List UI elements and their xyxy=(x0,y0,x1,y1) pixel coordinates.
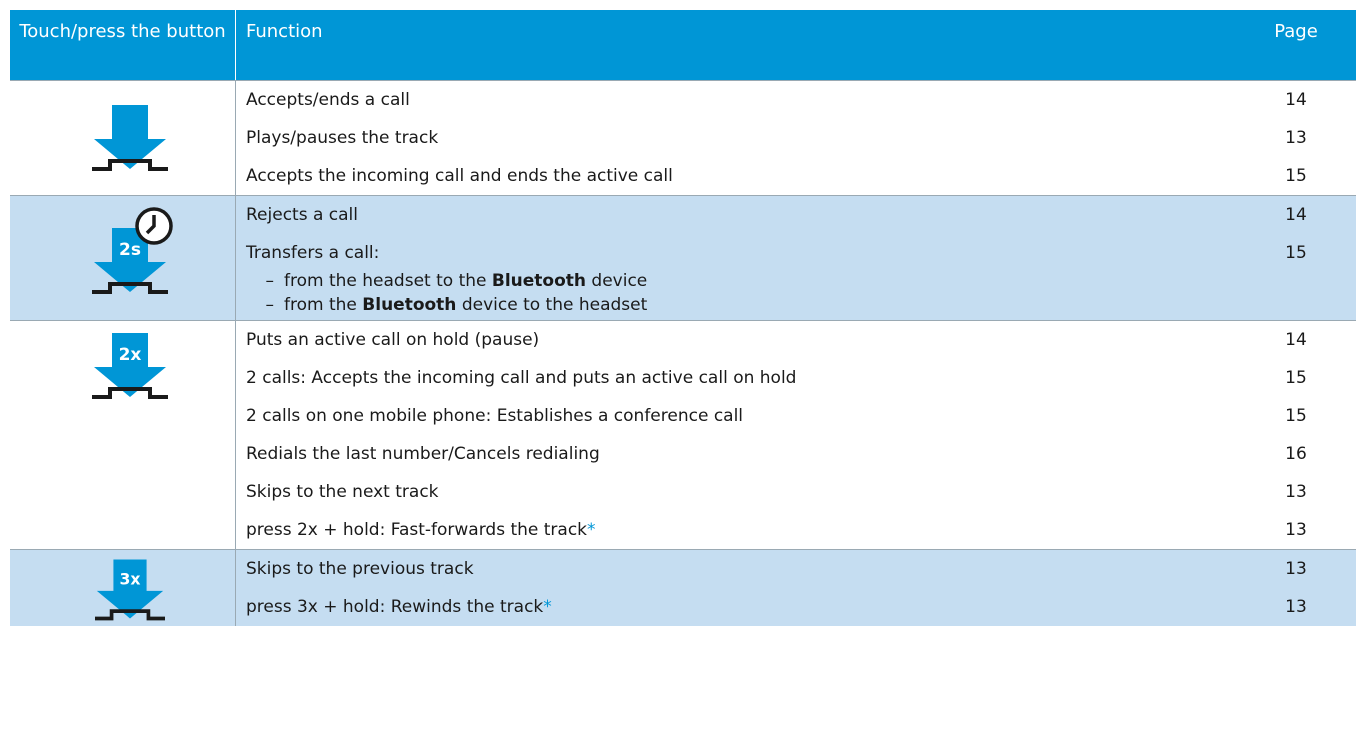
function-text: Skips to the next track xyxy=(246,482,439,502)
group-press-hold-2s: 2s Rejects a call 14 Transfers a call: 1… xyxy=(10,195,1356,320)
table-row: 2 calls: Accepts the incoming call and p… xyxy=(236,359,1356,397)
function-text: press 3x + hold: Rewinds the track* xyxy=(246,597,552,617)
footnote-star: * xyxy=(587,520,596,540)
badge-label: 2x xyxy=(119,345,142,365)
page-number: 13 xyxy=(1285,559,1307,579)
function-text: 2 calls: Accepts the incoming call and p… xyxy=(246,368,797,388)
button-function-table: Touch/press the button Function Page Acc… xyxy=(10,10,1356,626)
table-row: 2 calls on one mobile phone: Establishes… xyxy=(236,397,1356,435)
header-touch-press: Touch/press the button xyxy=(10,10,236,80)
press-button-icon xyxy=(10,81,236,195)
page-number: 13 xyxy=(1285,482,1307,502)
function-text: Accepts/ends a call xyxy=(246,90,410,110)
function-text: press 2x + hold: Fast-forwards the track… xyxy=(246,520,596,540)
dash: – xyxy=(265,295,275,315)
page-number: 13 xyxy=(1285,520,1307,540)
page-number: 15 xyxy=(1285,368,1307,388)
header-function: Function xyxy=(246,21,323,42)
page-number: 16 xyxy=(1285,444,1307,464)
table-row: Accepts/ends a call 14 xyxy=(236,81,1356,119)
table-header: Touch/press the button Function Page xyxy=(10,10,1356,80)
function-text: Redials the last number/Cancels redialin… xyxy=(246,444,600,464)
footnote-star: * xyxy=(543,597,552,617)
clock-icon xyxy=(135,207,173,245)
group-press-three-times: 3x Skips to the previous track 13 press … xyxy=(10,549,1356,626)
table-row: Redials the last number/Cancels redialin… xyxy=(236,435,1356,473)
press-twice-icon: 2x xyxy=(10,321,236,549)
table-row: press 2x + hold: Fast-forwards the track… xyxy=(236,511,1356,549)
press-hold-2s-icon: 2s xyxy=(10,196,236,320)
sub-item: – from the headset to the Bluetooth devi… xyxy=(236,270,1356,294)
table-row: Skips to the next track 13 xyxy=(236,473,1356,511)
table-row: Skips to the previous track 13 xyxy=(236,550,1356,588)
sub-item-text: from the Bluetooth device to the headset xyxy=(284,295,648,315)
table-row: Transfers a call: 15 xyxy=(236,234,1356,270)
sub-item-text: from the headset to the Bluetooth device xyxy=(284,271,648,291)
dash: – xyxy=(265,271,275,291)
function-text: Rejects a call xyxy=(246,205,358,225)
page-number: 14 xyxy=(1285,90,1307,110)
page-number: 13 xyxy=(1285,597,1307,617)
function-text: Skips to the previous track xyxy=(246,559,474,579)
function-text: 2 calls on one mobile phone: Establishes… xyxy=(246,406,744,426)
page-number: 15 xyxy=(1285,243,1307,263)
sub-item: – from the Bluetooth device to the heads… xyxy=(236,294,1356,318)
function-text: Accepts the incoming call and ends the a… xyxy=(246,166,673,186)
page-number: 13 xyxy=(1285,128,1307,148)
press-three-times-icon: 3x xyxy=(10,550,236,626)
group-press: Accepts/ends a call 14 Plays/pauses the … xyxy=(10,80,1356,195)
table-row: press 3x + hold: Rewinds the track* 13 xyxy=(236,588,1356,626)
header-page: Page xyxy=(1274,21,1318,42)
page-number: 15 xyxy=(1285,166,1307,186)
function-text: Transfers a call: xyxy=(246,243,380,263)
page-number: 15 xyxy=(1285,406,1307,426)
table-row: Rejects a call 14 xyxy=(236,196,1356,234)
page-number: 14 xyxy=(1285,205,1307,225)
function-text: Plays/pauses the track xyxy=(246,128,439,148)
page-number: 14 xyxy=(1285,330,1307,350)
function-text: Puts an active call on hold (pause) xyxy=(246,330,540,350)
group-press-twice: 2x Puts an active call on hold (pause) 1… xyxy=(10,320,1356,549)
badge-label: 3x xyxy=(120,569,141,588)
table-row: Puts an active call on hold (pause) 14 xyxy=(236,321,1356,359)
table-row: Accepts the incoming call and ends the a… xyxy=(236,157,1356,195)
table-row: Plays/pauses the track 13 xyxy=(236,119,1356,157)
